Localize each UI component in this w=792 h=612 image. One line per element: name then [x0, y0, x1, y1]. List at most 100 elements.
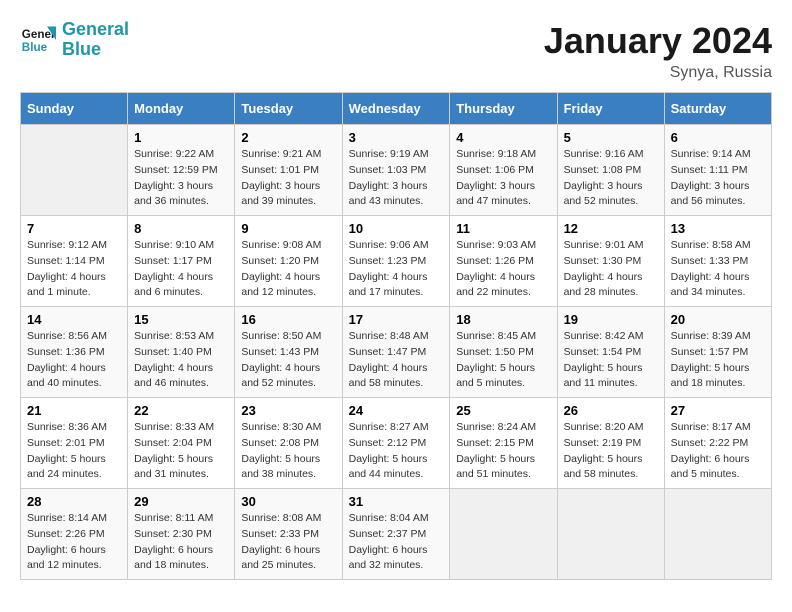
day-info: Sunrise: 8:50 AMSunset: 1:43 PMDaylight:…: [241, 329, 335, 392]
day-info: Sunrise: 9:14 AMSunset: 1:11 PMDaylight:…: [671, 147, 765, 210]
day-cell: 29 Sunrise: 8:11 AMSunset: 2:30 PMDayligh…: [128, 489, 235, 580]
day-number: 4: [456, 130, 550, 145]
week-row-2: 7 Sunrise: 9:12 AMSunset: 1:14 PMDaylight…: [21, 216, 772, 307]
day-info: Sunrise: 8:42 AMSunset: 1:54 PMDaylight:…: [564, 329, 658, 392]
day-info: Sunrise: 9:08 AMSunset: 1:20 PMDaylight:…: [241, 238, 335, 301]
day-cell: 26Sunrise: 8:20 AMSunset: 2:19 PMDayligh…: [557, 398, 664, 489]
day-number: 27: [671, 403, 765, 418]
logo-text: GeneralBlue: [62, 20, 129, 60]
day-cell: 31Sunrise: 8:04 AMSunset: 2:37 PMDayligh…: [342, 489, 450, 580]
day-info: Sunrise: 8:33 AMSunset: 2:04 PMDaylight:…: [134, 420, 228, 483]
day-number: 25: [456, 403, 550, 418]
day-number: 20: [671, 312, 765, 327]
day-info: Sunrise: 9:03 AMSunset: 1:26 PMDaylight:…: [456, 238, 550, 301]
day-cell: 22 Sunrise: 8:33 AMSunset: 2:04 PMDayligh…: [128, 398, 235, 489]
day-cell: 21 Sunrise: 8:36 AMSunset: 2:01 PMDayligh…: [21, 398, 128, 489]
day-info: Sunrise: 8:11 AMSunset: 2:30 PMDaylight:…: [134, 511, 228, 574]
day-cell: [21, 125, 128, 216]
logo-icon: General Blue: [20, 22, 56, 58]
day-info: Sunrise: 8:58 AMSunset: 1:33 PMDaylight:…: [671, 238, 765, 301]
month-title: January 2024: [544, 20, 772, 62]
day-number: 14: [27, 312, 121, 327]
day-number: 21: [27, 403, 121, 418]
day-cell: 17 Sunrise: 8:48 AMSunset: 1:47 PMDayligh…: [342, 307, 450, 398]
day-number: 13: [671, 221, 765, 236]
day-number: 2: [241, 130, 335, 145]
day-number: 15: [134, 312, 228, 327]
day-info: Sunrise: 9:19 AMSunset: 1:03 PMDaylight:…: [349, 147, 444, 210]
day-cell: 24 Sunrise: 8:27 AMSunset: 2:12 PMDayligh…: [342, 398, 450, 489]
day-info: Sunrise: 9:18 AMSunset: 1:06 PMDaylight:…: [456, 147, 550, 210]
weekday-header-friday: Friday: [557, 93, 664, 125]
day-info: Sunrise: 8:17 AMSunset: 2:22 PMDaylight:…: [671, 420, 765, 483]
weekday-header-sunday: Sunday: [21, 93, 128, 125]
day-info: Sunrise: 8:30 AMSunset: 2:08 PMDaylight:…: [241, 420, 335, 483]
day-cell: 27 Sunrise: 8:17 AMSunset: 2:22 PMDayligh…: [664, 398, 771, 489]
calendar-table: SundayMondayTuesdayWednesdayThursdayFrid…: [20, 92, 772, 580]
day-info: Sunrise: 8:39 AMSunset: 1:57 PMDaylight:…: [671, 329, 765, 392]
day-info: Sunrise: 8:24 AMSunset: 2:15 PMDaylight:…: [456, 420, 550, 483]
day-cell: 16 Sunrise: 8:50 AMSunset: 1:43 PMDayligh…: [235, 307, 342, 398]
day-cell: 5Sunrise: 9:16 AMSunset: 1:08 PMDaylight…: [557, 125, 664, 216]
svg-text:Blue: Blue: [22, 41, 48, 54]
day-cell: 9Sunrise: 9:08 AMSunset: 1:20 PMDaylight…: [235, 216, 342, 307]
logo: General Blue GeneralBlue: [20, 20, 129, 60]
day-info: Sunrise: 8:20 AMSunset: 2:19 PMDaylight:…: [564, 420, 658, 483]
week-row-3: 14 Sunrise: 8:56 AMSunset: 1:36 PMDayligh…: [21, 307, 772, 398]
day-info: Sunrise: 8:36 AMSunset: 2:01 PMDaylight:…: [27, 420, 121, 483]
day-info: Sunrise: 8:08 AMSunset: 2:33 PMDaylight:…: [241, 511, 335, 574]
day-cell: 3 Sunrise: 9:19 AMSunset: 1:03 PMDaylight…: [342, 125, 450, 216]
page-header: General Blue GeneralBlue January 2024 Sy…: [20, 20, 772, 82]
day-number: 8: [134, 221, 228, 236]
day-info: Sunrise: 8:45 AMSunset: 1:50 PMDaylight:…: [456, 329, 550, 392]
day-number: 23: [241, 403, 335, 418]
day-cell: 15Sunrise: 8:53 AMSunset: 1:40 PMDayligh…: [128, 307, 235, 398]
day-cell: 4 Sunrise: 9:18 AMSunset: 1:06 PMDaylight…: [450, 125, 557, 216]
day-cell: [557, 489, 664, 580]
day-cell: 30 Sunrise: 8:08 AMSunset: 2:33 PMDayligh…: [235, 489, 342, 580]
day-cell: 20 Sunrise: 8:39 AMSunset: 1:57 PMDayligh…: [664, 307, 771, 398]
week-row-5: 28 Sunrise: 8:14 AMSunset: 2:26 PMDayligh…: [21, 489, 772, 580]
day-number: 7: [27, 221, 121, 236]
day-info: Sunrise: 8:14 AMSunset: 2:26 PMDaylight:…: [27, 511, 121, 574]
day-info: Sunrise: 9:06 AMSunset: 1:23 PMDaylight:…: [349, 238, 444, 301]
day-info: Sunrise: 9:16 AMSunset: 1:08 PMDaylight:…: [564, 147, 658, 210]
day-number: 17: [349, 312, 444, 327]
day-cell: 25 Sunrise: 8:24 AMSunset: 2:15 PMDayligh…: [450, 398, 557, 489]
day-info: Sunrise: 8:27 AMSunset: 2:12 PMDaylight:…: [349, 420, 444, 483]
location: Synya, Russia: [544, 64, 772, 82]
day-cell: 23 Sunrise: 8:30 AMSunset: 2:08 PMDayligh…: [235, 398, 342, 489]
day-number: 12: [564, 221, 658, 236]
week-row-1: 1Sunrise: 9:22 AMSunset: 12:59 PMDayligh…: [21, 125, 772, 216]
day-number: 30: [241, 494, 335, 509]
weekday-header-wednesday: Wednesday: [342, 93, 450, 125]
day-number: 6: [671, 130, 765, 145]
day-cell: 12Sunrise: 9:01 AMSunset: 1:30 PMDayligh…: [557, 216, 664, 307]
day-number: 16: [241, 312, 335, 327]
day-cell: 8 Sunrise: 9:10 AMSunset: 1:17 PMDaylight…: [128, 216, 235, 307]
day-info: Sunrise: 8:56 AMSunset: 1:36 PMDaylight:…: [27, 329, 121, 392]
day-cell: [450, 489, 557, 580]
weekday-header-thursday: Thursday: [450, 93, 557, 125]
day-cell: 14 Sunrise: 8:56 AMSunset: 1:36 PMDayligh…: [21, 307, 128, 398]
day-number: 28: [27, 494, 121, 509]
day-number: 11: [456, 221, 550, 236]
day-number: 18: [456, 312, 550, 327]
day-info: Sunrise: 9:22 AMSunset: 12:59 PMDaylight…: [134, 147, 228, 210]
weekday-header-monday: Monday: [128, 93, 235, 125]
day-cell: 11 Sunrise: 9:03 AMSunset: 1:26 PMDayligh…: [450, 216, 557, 307]
weekday-header-tuesday: Tuesday: [235, 93, 342, 125]
day-info: Sunrise: 9:10 AMSunset: 1:17 PMDaylight:…: [134, 238, 228, 301]
day-cell: 28 Sunrise: 8:14 AMSunset: 2:26 PMDayligh…: [21, 489, 128, 580]
day-number: 29: [134, 494, 228, 509]
day-cell: 18 Sunrise: 8:45 AMSunset: 1:50 PMDayligh…: [450, 307, 557, 398]
day-number: 19: [564, 312, 658, 327]
day-number: 24: [349, 403, 444, 418]
day-cell: 7 Sunrise: 9:12 AMSunset: 1:14 PMDaylight…: [21, 216, 128, 307]
day-number: 3: [349, 130, 444, 145]
day-info: Sunrise: 8:48 AMSunset: 1:47 PMDaylight:…: [349, 329, 444, 392]
day-info: Sunrise: 9:12 AMSunset: 1:14 PMDaylight:…: [27, 238, 121, 301]
day-number: 22: [134, 403, 228, 418]
day-cell: 19 Sunrise: 8:42 AMSunset: 1:54 PMDayligh…: [557, 307, 664, 398]
title-block: January 2024 Synya, Russia: [544, 20, 772, 82]
